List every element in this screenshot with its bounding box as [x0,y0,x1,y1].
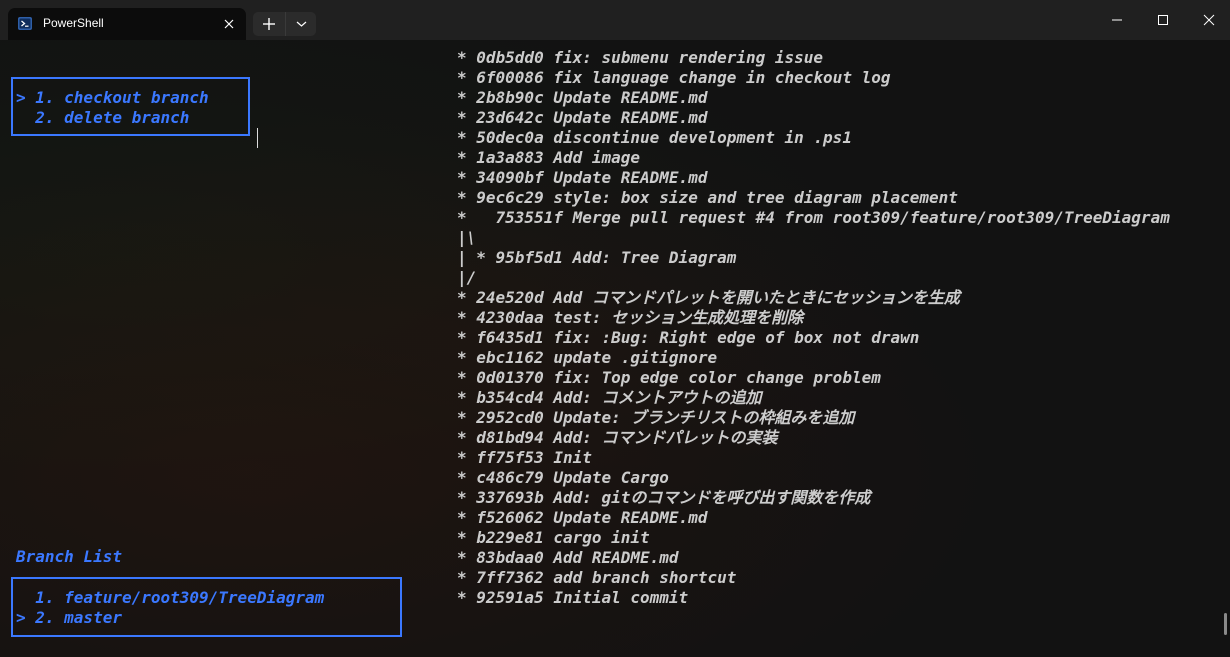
new-tab-button[interactable] [253,12,285,36]
log-line: * f526062 Update README.md [457,508,708,527]
log-line: * 0d01370 fix: Top edge color change pro… [457,368,881,387]
log-line: * f6435d1 fix: :Bug: Right edge of box n… [457,328,920,347]
tab-powershell[interactable]: PowerShell [8,8,246,40]
log-line: * 34090bf Update README.md [457,168,708,187]
log-line: |\ [457,228,477,247]
tab-dropdown-button[interactable] [285,12,317,36]
log-line: |/ [457,268,477,287]
log-line: * ff75f53 Init [457,448,592,467]
branch-list-title: Branch List [16,547,122,566]
log-line: * 6f00086 fix language change in checkou… [457,68,891,87]
menu-item-checkout-branch[interactable]: > 1. checkout branch [16,88,209,108]
maximize-button[interactable] [1140,0,1186,40]
log-line: * 23d642c Update README.md [457,108,708,127]
log-line: * 50dec0a discontinue development in .ps… [457,128,852,147]
scrollbar-thumb[interactable] [1224,613,1227,635]
git-log: * 0db5dd0 fix: submenu rendering issue *… [457,48,1170,608]
text-cursor [257,128,258,148]
log-line: * ebc1162 update .gitignore [457,348,718,367]
log-line: * 83bdaa0 Add README.md [457,548,679,567]
log-line: * 92591a5 Initial commit [457,588,689,607]
log-line: * 7ff7362 add branch shortcut [457,568,737,587]
log-line: * 753551f Merge pull request #4 from roo… [457,208,1170,227]
chevron-down-icon [296,21,307,27]
plus-icon [263,18,275,30]
close-icon [1203,14,1215,26]
log-line: * 2952cd0 Update: ブランチリストの枠組みを追加 [457,408,855,427]
log-line: * 24e520d Add コマンドパレットを開いたときにセッションを生成 [457,288,960,307]
log-line: * 1a3a883 Add image [457,148,641,167]
log-line: * b354cd4 Add: コメントアウトの追加 [457,388,762,407]
log-line: * d81bd94 Add: コマンドパレットの実装 [457,428,778,447]
menu-item-delete-branch[interactable]: 2. delete branch [16,108,189,128]
tab-title: PowerShell [43,16,104,30]
branch-item-master[interactable]: > 2. master [16,608,122,628]
log-line: * 4230daa test: セッション生成処理を削除 [457,308,804,327]
log-line: | * 95bf5d1 Add: Tree Diagram [457,248,737,267]
window-close-button[interactable] [1186,0,1230,40]
tab-controls [253,12,316,36]
close-icon[interactable] [222,17,236,31]
minimize-icon [1112,19,1122,21]
powershell-icon [18,17,32,30]
maximize-icon [1158,15,1168,25]
log-line: * 0db5dd0 fix: submenu rendering issue [457,48,824,67]
terminal-pane[interactable]: > 1. checkout branch 2. delete branch Br… [0,40,1230,657]
log-line: * 2b8b90c Update README.md [457,88,708,107]
log-line: * 9ec6c29 style: box size and tree diagr… [457,188,958,207]
minimize-button[interactable] [1094,0,1140,40]
log-line: * c486c79 Update Cargo [457,468,669,487]
branch-item-feature[interactable]: 1. feature/root309/TreeDiagram [16,588,324,608]
log-line: * b229e81 cargo init [457,528,650,547]
log-line: * 337693b Add: gitのコマンドを呼び出す関数を作成 [457,488,871,507]
